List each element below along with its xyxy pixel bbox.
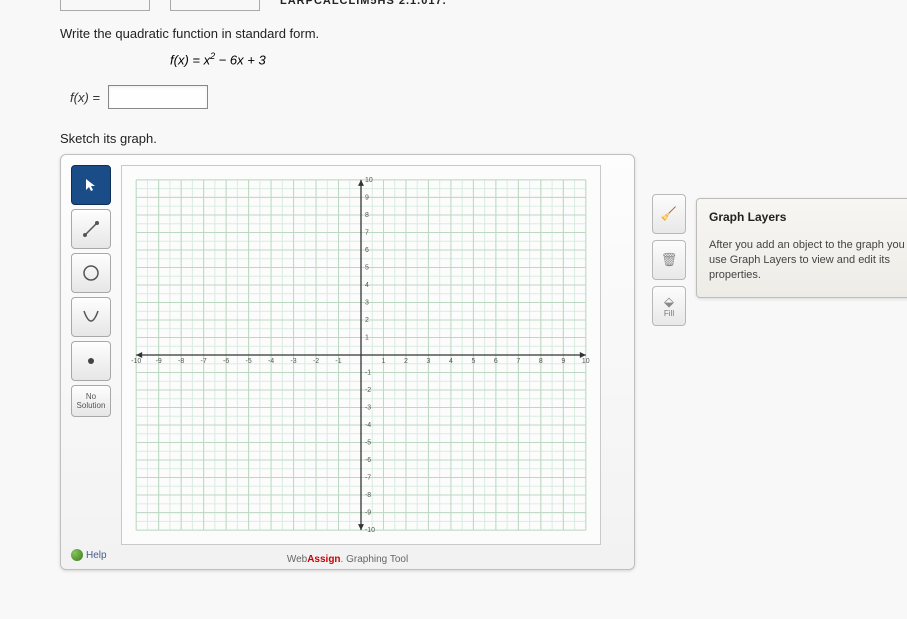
equation-prefix: f(x) = x — [170, 52, 210, 67]
line-tool[interactable] — [71, 209, 111, 249]
parabola-icon — [81, 307, 101, 327]
parabola-tool[interactable] — [71, 297, 111, 337]
fill-button[interactable]: ⬙ Fill — [652, 286, 686, 326]
svg-text:-2: -2 — [365, 387, 371, 394]
fill-label: Fill — [664, 309, 674, 318]
svg-text:1: 1 — [365, 335, 369, 342]
no-solution-label: No Solution — [74, 392, 108, 410]
svg-text:-8: -8 — [365, 492, 371, 499]
svg-text:-1: -1 — [365, 370, 371, 377]
graphing-tool-panel: No Solution Help -10-9-8-7-6-5-4-3-2-112… — [60, 154, 635, 570]
svg-text:9: 9 — [365, 195, 369, 202]
svg-text:5: 5 — [471, 358, 475, 365]
svg-text:6: 6 — [494, 358, 498, 365]
svg-text:-3: -3 — [365, 405, 371, 412]
tool-branding: WebAssign. Graphing Tool — [61, 554, 634, 565]
svg-text:8: 8 — [539, 358, 543, 365]
svg-text:7: 7 — [516, 358, 520, 365]
svg-text:9: 9 — [561, 358, 565, 365]
fill-icon: ⬙ — [664, 295, 674, 309]
problem-reference: LARPCALCLIM5HS 2.1.017. — [280, 0, 447, 7]
svg-text:-8: -8 — [178, 358, 184, 365]
svg-text:2: 2 — [365, 317, 369, 324]
svg-text:-10: -10 — [365, 527, 375, 534]
clear-all-button[interactable]: 🧹 — [652, 194, 686, 234]
svg-text:4: 4 — [365, 282, 369, 289]
header-box-1 — [60, 0, 150, 11]
answer-label: f(x) = — [70, 90, 100, 105]
svg-text:10: 10 — [365, 177, 373, 184]
point-icon — [81, 351, 101, 371]
layers-body-text: After you add an object to the graph you… — [709, 238, 907, 283]
svg-text:-3: -3 — [290, 358, 296, 365]
svg-text:-5: -5 — [365, 440, 371, 447]
svg-text:-1: -1 — [335, 358, 341, 365]
instruction-text-2: Sketch its graph. — [60, 131, 889, 146]
svg-text:10: 10 — [582, 358, 590, 365]
clear-icon: 🧹 — [661, 207, 677, 221]
svg-text:-4: -4 — [365, 422, 371, 429]
pointer-tool[interactable] — [71, 165, 111, 205]
no-solution-button[interactable]: No Solution — [71, 385, 111, 417]
svg-text:-10: -10 — [131, 358, 141, 365]
svg-text:4: 4 — [449, 358, 453, 365]
line-icon — [81, 219, 101, 239]
grid-svg: -10 -9 -8 -7 -6 -5 -4 -3 -2 -1 1 2 3 4 5 6 7 8 9 10 -10 -9 -8 -… — [122, 166, 600, 544]
circle-tool[interactable] — [71, 253, 111, 293]
equation-suffix: − 6x + 3 — [215, 52, 266, 67]
brand-bold: Assign — [307, 554, 340, 565]
svg-text:-6: -6 — [223, 358, 229, 365]
graph-layers-panel: Graph Layers « After you add an object t… — [696, 198, 907, 298]
header-fragment: LARPCALCLIM5HS 2.1.017. — [60, 0, 877, 12]
svg-text:-9: -9 — [156, 358, 162, 365]
header-box-2 — [170, 0, 260, 11]
svg-text:6: 6 — [365, 247, 369, 254]
svg-text:3: 3 — [365, 300, 369, 307]
svg-text:-4: -4 — [268, 358, 274, 365]
answer-input[interactable] — [108, 85, 208, 109]
svg-text:5: 5 — [365, 265, 369, 272]
svg-text:3: 3 — [427, 358, 431, 365]
pointer-icon — [83, 177, 99, 193]
svg-text:8: 8 — [365, 212, 369, 219]
layers-title: Graph Layers — [709, 210, 786, 224]
circle-icon — [81, 263, 101, 283]
svg-text:-2: -2 — [313, 358, 319, 365]
svg-text:1: 1 — [382, 358, 386, 365]
instruction-text-1: Write the quadratic function in standard… — [60, 26, 889, 41]
delete-button[interactable]: 🗑 — [652, 240, 686, 280]
svg-text:-7: -7 — [365, 475, 371, 482]
svg-text:-5: -5 — [246, 358, 252, 365]
graph-canvas[interactable]: -10 -9 -8 -7 -6 -5 -4 -3 -2 -1 1 2 3 4 5 6 7 8 9 10 -10 -9 -8 -… — [121, 165, 601, 545]
svg-text:-6: -6 — [365, 457, 371, 464]
point-tool[interactable] — [71, 341, 111, 381]
given-equation: f(x) = x2 − 6x + 3 — [170, 51, 889, 67]
svg-text:-9: -9 — [365, 510, 371, 517]
svg-text:7: 7 — [365, 230, 369, 237]
tool-palette: No Solution — [71, 165, 115, 417]
brand-prefix: Web — [287, 554, 307, 565]
side-action-bar: 🧹 🗑 ⬙ Fill — [652, 194, 688, 326]
trash-icon: 🗑 — [661, 253, 678, 267]
brand-suffix: . Graphing Tool — [341, 554, 409, 565]
svg-text:2: 2 — [404, 358, 408, 365]
svg-text:-7: -7 — [201, 358, 207, 365]
